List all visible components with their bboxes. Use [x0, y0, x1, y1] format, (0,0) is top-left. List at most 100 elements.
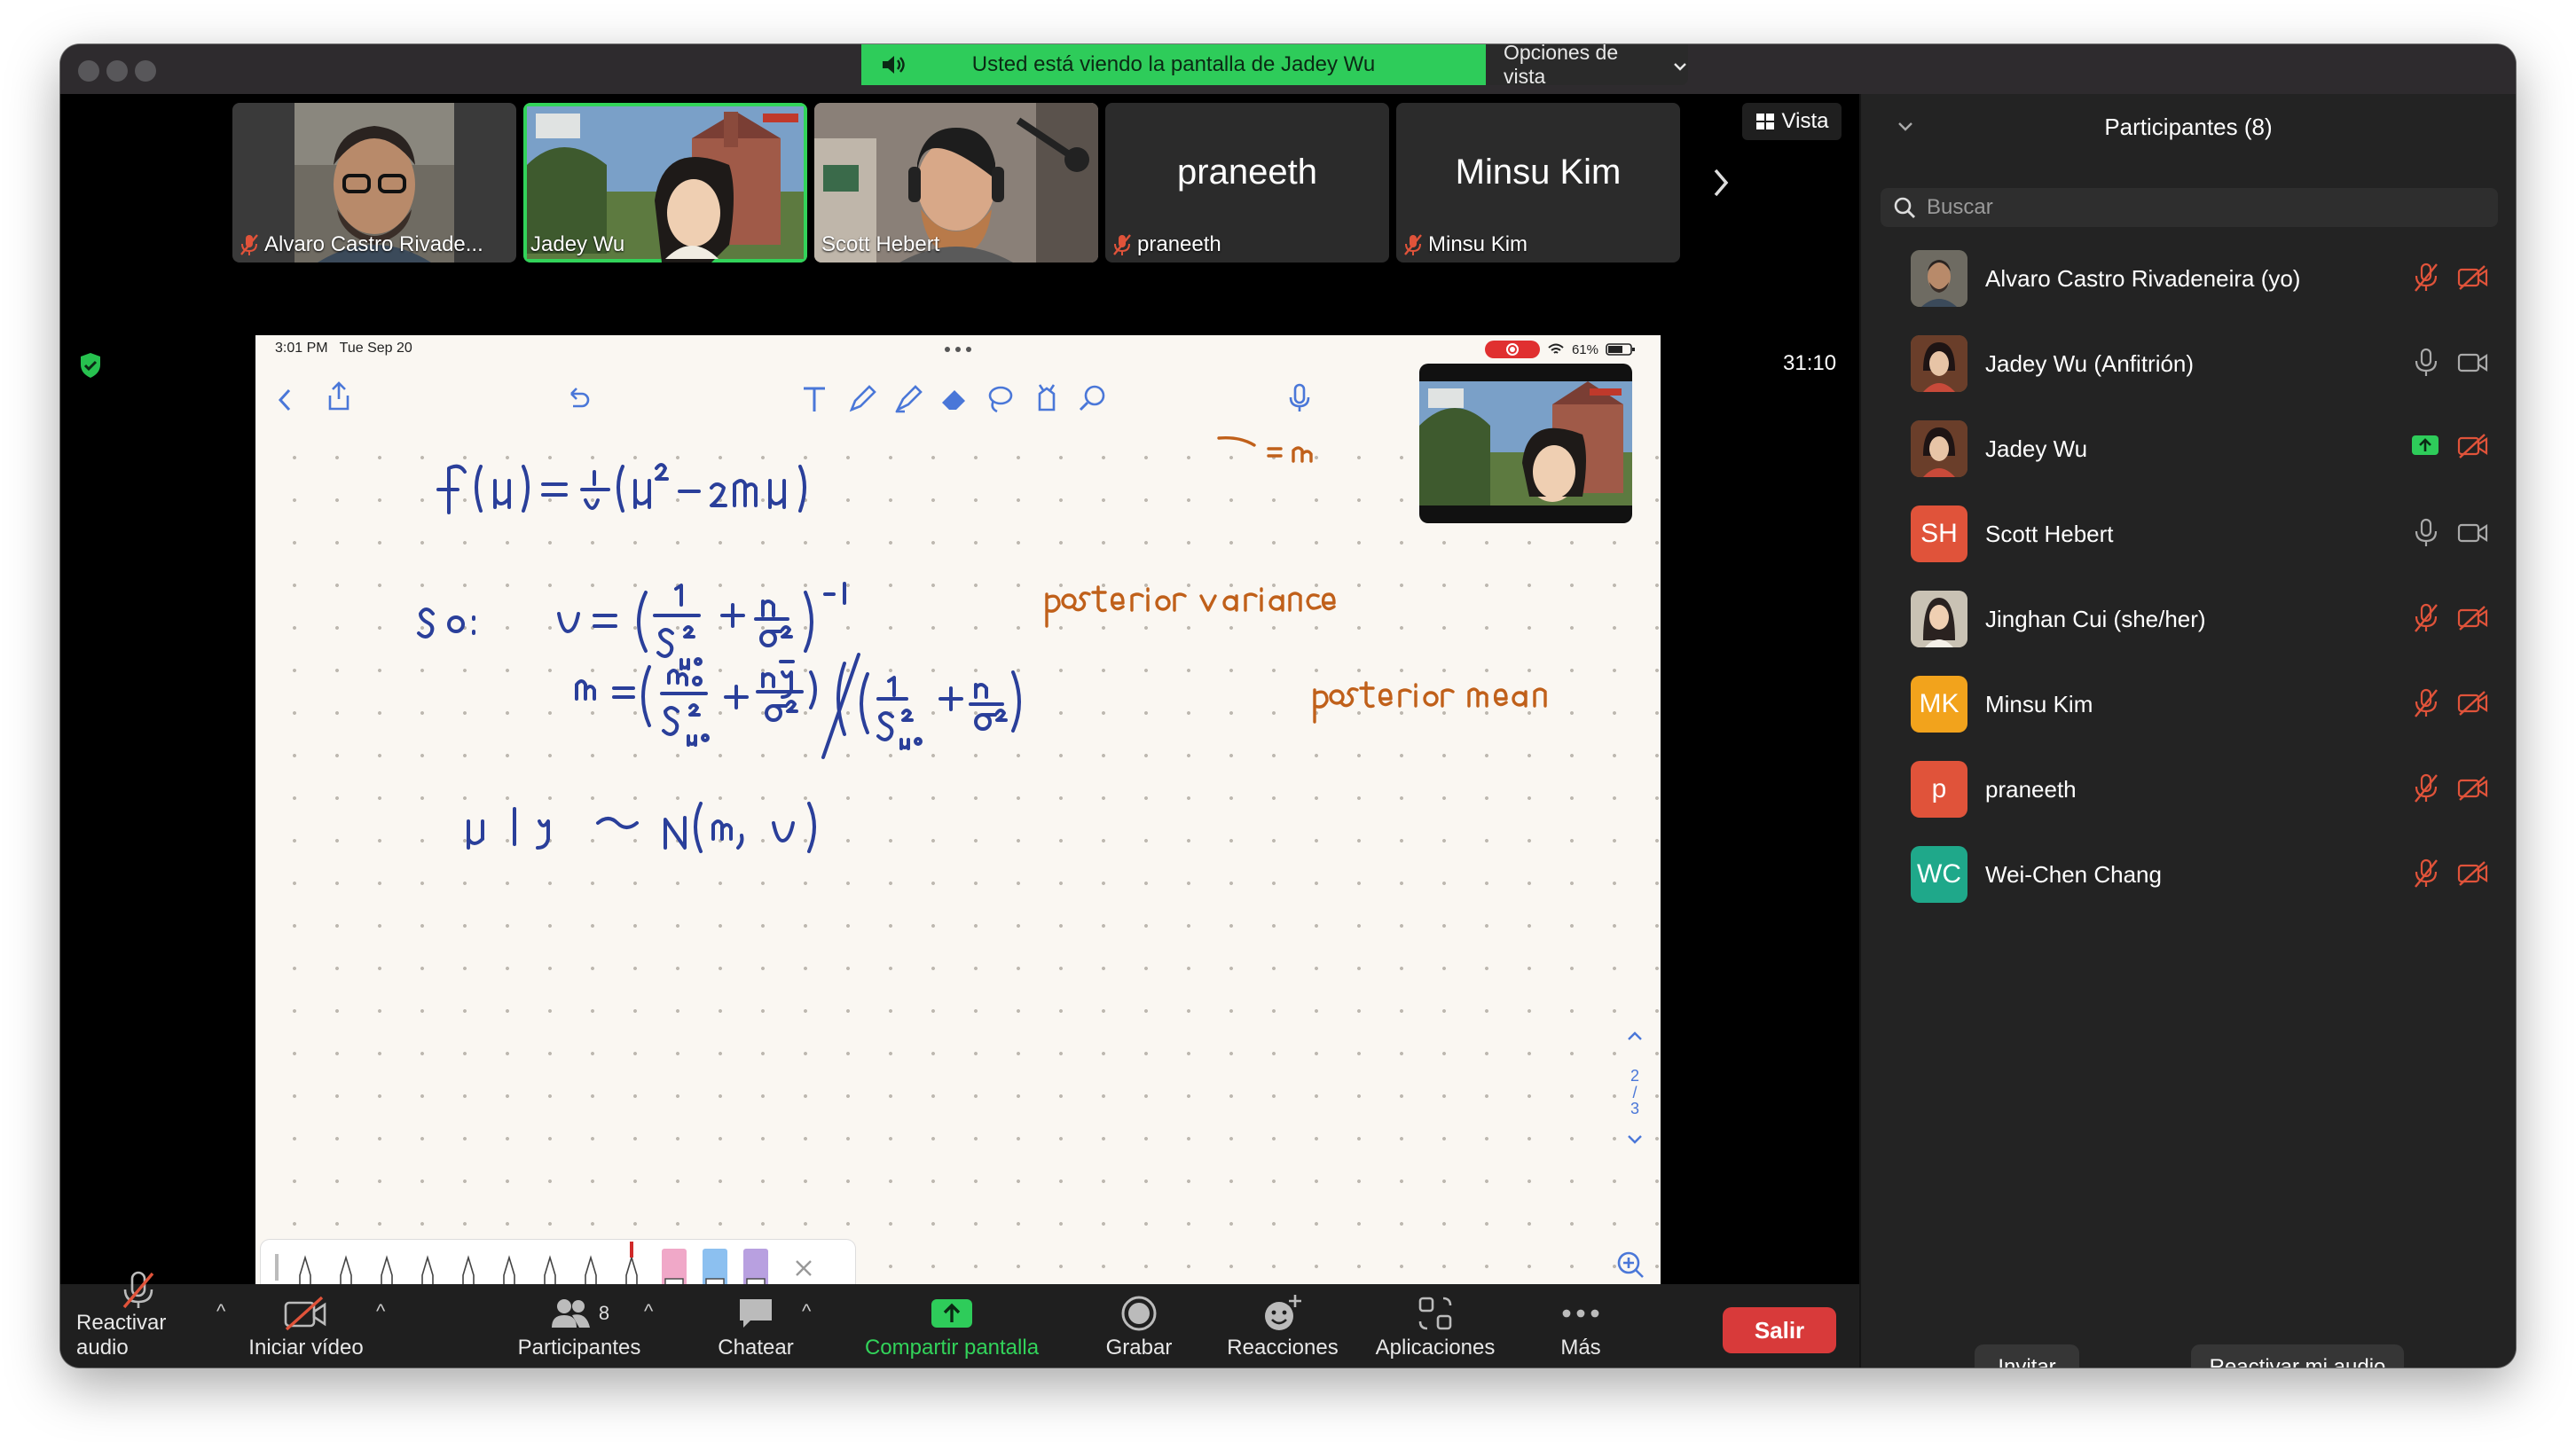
- tile-name: Minsu Kim: [1428, 232, 1528, 256]
- chat-icon: [740, 1299, 772, 1328]
- mic-muted-icon[interactable]: [2413, 263, 2439, 293]
- unmute-me-button[interactable]: Reactivar mi audio: [2191, 1344, 2404, 1368]
- video-on-icon[interactable]: [2457, 520, 2489, 546]
- video-tile-scott[interactable]: Scott Hebert: [814, 103, 1098, 263]
- share-screen-icon: [931, 1299, 972, 1328]
- highlighter-tool-icon[interactable]: [892, 383, 924, 415]
- share-icon[interactable]: [326, 381, 351, 411]
- presenter-video-pip[interactable]: [1419, 364, 1632, 523]
- avatar: p: [1911, 761, 1967, 818]
- start-video-button[interactable]: Iniciar vídeo: [248, 1284, 364, 1368]
- undo-icon[interactable]: [564, 385, 591, 411]
- title-bar: Usted está viendo la pantalla de Jadey W…: [60, 44, 2516, 94]
- more-dots-icon[interactable]: [944, 346, 972, 353]
- apps-icon: [1418, 1297, 1452, 1330]
- video-tile-minsu[interactable]: Minsu Kim Minsu Kim: [1396, 103, 1680, 263]
- minimize-window-button[interactable]: [106, 60, 128, 82]
- chat-button[interactable]: Chatear: [703, 1284, 809, 1368]
- participant-row[interactable]: WC Wei-Chen Chang: [1861, 832, 2516, 917]
- search-input[interactable]: Buscar: [1881, 188, 2498, 227]
- back-icon[interactable]: [277, 387, 295, 413]
- participant-row[interactable]: SH Scott Hebert: [1861, 491, 2516, 576]
- video-off-icon[interactable]: [2457, 264, 2489, 291]
- avatar: MK: [1911, 676, 1967, 733]
- unmute-button[interactable]: Reactivar audio: [76, 1271, 200, 1368]
- chat-options-caret[interactable]: ^: [802, 1300, 811, 1323]
- video-feed: [1419, 381, 1632, 505]
- invite-button[interactable]: Invitar: [1975, 1344, 2079, 1368]
- battery-icon: [1606, 343, 1635, 356]
- video-tile-alvaro[interactable]: Alvaro Castro Rivade...: [232, 103, 516, 263]
- participant-row[interactable]: Jadey Wu (Anfitrión): [1861, 321, 2516, 406]
- chevron-down-icon: [1672, 53, 1688, 77]
- ipad-status-bar: 3:01 PM Tue Sep 20: [275, 341, 412, 357]
- mic-on-icon[interactable]: [2413, 348, 2439, 378]
- video-off-icon[interactable]: [2457, 605, 2489, 631]
- participant-row[interactable]: Jadey Wu: [1861, 406, 2516, 491]
- view-button[interactable]: Vista: [1742, 103, 1842, 140]
- apps-label: Aplicaciones: [1375, 1336, 1496, 1360]
- shared-screen[interactable]: 3:01 PM Tue Sep 20 61% 2 / 3: [255, 335, 1661, 1320]
- ipad-time: 3:01 PM: [275, 341, 328, 356]
- ipad-status-right: 61%: [1484, 341, 1636, 358]
- fullscreen-window-button[interactable]: [135, 60, 156, 82]
- tile-big-name: praneeth: [1177, 153, 1317, 192]
- audio-options-caret[interactable]: ^: [216, 1300, 225, 1323]
- tile-name-label: Minsu Kim: [1403, 232, 1528, 257]
- participant-name: Alvaro Castro Rivadeneira (yo): [1985, 264, 2301, 292]
- video-tile-jadey[interactable]: Jadey Wu: [523, 103, 807, 263]
- reactions-button[interactable]: Reacciones: [1212, 1284, 1354, 1368]
- meeting-toolbar: Reactivar audio ^ Iniciar vídeo ^ 8 Part…: [60, 1271, 1859, 1368]
- participants-button[interactable]: 8 Participantes: [504, 1284, 655, 1368]
- security-shield-icon[interactable]: [78, 351, 103, 384]
- participant-row[interactable]: MK Minsu Kim: [1861, 662, 2516, 747]
- pen-tool-icon[interactable]: [846, 383, 878, 415]
- mic-muted-icon[interactable]: [2413, 858, 2439, 889]
- speaker-icon: [881, 54, 907, 82]
- mic-muted-icon[interactable]: [2413, 773, 2439, 803]
- page-indicator[interactable]: 2 / 3: [1622, 1027, 1648, 1149]
- video-tile-praneeth[interactable]: praneeth praneeth: [1105, 103, 1389, 263]
- text-tool-icon[interactable]: [798, 383, 830, 415]
- video-options-caret[interactable]: ^: [376, 1300, 385, 1323]
- video-off-icon: [284, 1296, 326, 1331]
- lasso-tool-icon[interactable]: [985, 383, 1017, 415]
- microphone-icon[interactable]: [1288, 383, 1311, 415]
- page-divider: /: [1632, 1084, 1637, 1101]
- video-off-icon[interactable]: [2457, 690, 2489, 717]
- apps-button[interactable]: Aplicaciones: [1355, 1284, 1515, 1368]
- leave-button[interactable]: Salir: [1723, 1307, 1836, 1353]
- avatar: SH: [1911, 505, 1967, 562]
- video-off-icon[interactable]: [2457, 775, 2489, 802]
- video-on-icon[interactable]: [2457, 349, 2489, 376]
- mic-muted-icon[interactable]: [2413, 603, 2439, 633]
- tile-name: Scott Hebert: [821, 232, 940, 256]
- mic-muted-icon[interactable]: [2413, 688, 2439, 718]
- eraser-tool-icon[interactable]: [939, 383, 970, 415]
- tile-name: praneeth: [1137, 232, 1221, 256]
- meeting-area: Alvaro Castro Rivade... Jadey Wu Scott H…: [60, 94, 1859, 1320]
- battery-percent: 61%: [1571, 341, 1598, 357]
- participant-row[interactable]: p praneeth: [1861, 747, 2516, 832]
- avatar: [1911, 335, 1967, 392]
- video-off-icon[interactable]: [2457, 433, 2489, 459]
- more-dots-icon: [1562, 1309, 1599, 1318]
- mic-muted-icon: [1113, 234, 1131, 255]
- search-tool-icon[interactable]: [1077, 383, 1109, 415]
- next-page-arrow[interactable]: [1710, 165, 1732, 209]
- more-button[interactable]: Más: [1536, 1284, 1625, 1368]
- view-options-dropdown[interactable]: Opciones de vista: [1486, 44, 1688, 88]
- video-off-icon[interactable]: [2457, 860, 2489, 887]
- record-icon: [1121, 1296, 1157, 1331]
- participant-row[interactable]: Alvaro Castro Rivadeneira (yo): [1861, 236, 2516, 321]
- participants-options-caret[interactable]: ^: [644, 1300, 653, 1323]
- participant-name: praneeth: [1985, 775, 2077, 803]
- shapes-tool-icon[interactable]: [1031, 383, 1063, 415]
- participant-row[interactable]: Jinghan Cui (she/her): [1861, 576, 2516, 662]
- close-window-button[interactable]: [78, 60, 99, 82]
- record-button[interactable]: Grabar: [1086, 1284, 1192, 1368]
- more-label: Más: [1560, 1336, 1601, 1360]
- reactions-label: Reacciones: [1227, 1336, 1339, 1360]
- share-screen-button[interactable]: Compartir pantalla: [841, 1284, 1063, 1368]
- mic-on-icon[interactable]: [2413, 518, 2439, 548]
